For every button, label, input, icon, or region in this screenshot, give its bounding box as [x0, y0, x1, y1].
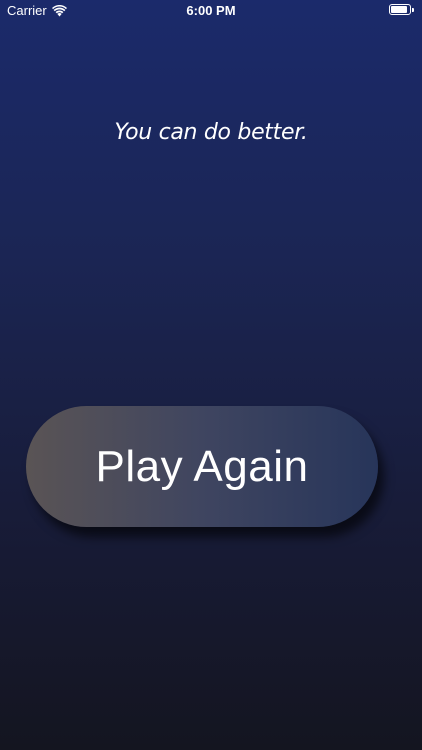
- status-bar: Carrier 6:00 PM: [0, 0, 422, 22]
- status-right: [389, 4, 414, 15]
- play-again-label: Play Again: [95, 441, 309, 491]
- play-again-button[interactable]: Play Again: [26, 406, 378, 527]
- battery-cap: [412, 7, 414, 12]
- battery-icon: [389, 4, 411, 15]
- battery-fill: [391, 6, 407, 13]
- result-message: You can do better.: [114, 120, 308, 145]
- status-time: 6:00 PM: [186, 3, 236, 18]
